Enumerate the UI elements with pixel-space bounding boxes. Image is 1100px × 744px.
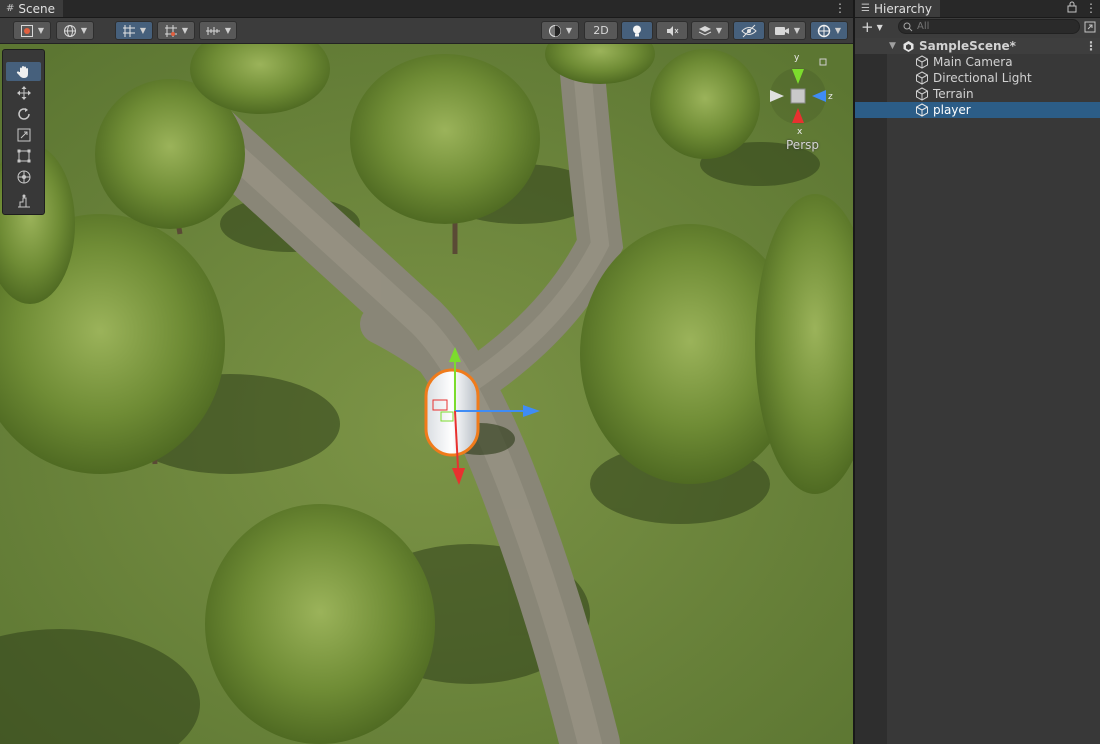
increment-snap-dropdown[interactable]: ▼ bbox=[157, 21, 195, 40]
scale-tool-button[interactable] bbox=[6, 125, 41, 144]
lock-icon[interactable] bbox=[1067, 1, 1077, 15]
gizmo-axis-x: x bbox=[797, 127, 803, 137]
tab-hierarchy[interactable]: ☰ Hierarchy bbox=[855, 0, 940, 17]
hierarchy-item[interactable]: Directional Light bbox=[855, 70, 1100, 86]
toggle-2d-button[interactable]: 2D bbox=[584, 21, 618, 40]
gameobject-cube-icon bbox=[916, 55, 928, 69]
search-icon bbox=[903, 22, 913, 31]
scene-camera-dropdown[interactable]: ▼ bbox=[768, 21, 806, 40]
tab-scene[interactable]: # Scene bbox=[0, 0, 63, 17]
grid-snap-icon bbox=[122, 24, 135, 37]
rect-transform-icon bbox=[17, 149, 30, 162]
scene-viewport[interactable]: y z x Persp bbox=[0, 44, 853, 744]
search-input[interactable] bbox=[917, 21, 1067, 32]
ruler-icon bbox=[205, 26, 220, 35]
audio-toggle[interactable] bbox=[656, 21, 688, 40]
draw-mode-dropdown[interactable]: ▼ bbox=[13, 21, 51, 40]
rect-tool-button[interactable] bbox=[6, 146, 41, 165]
scene-visibility-toggle[interactable] bbox=[733, 21, 765, 40]
camera-icon bbox=[774, 26, 789, 35]
transform-tool-button[interactable] bbox=[6, 167, 41, 186]
expand-arrow-icon[interactable]: ▼ bbox=[889, 41, 896, 51]
scene-menu-icon[interactable]: ⋮ bbox=[1085, 39, 1097, 53]
scene-row[interactable]: ▼ SampleScene* ⋮ bbox=[855, 38, 1100, 54]
scene-panel: # Scene ⋮ ▼ ▼ ▼ ▼ ▼ ▼ 2D ▼ ▼ ▼ y z x Per… bbox=[0, 0, 853, 744]
create-dropdown[interactable]: + ▼ bbox=[861, 19, 889, 35]
hierarchy-tab-bar: ☰ Hierarchy ⋮ bbox=[855, 0, 1100, 18]
ruler-snap-dropdown[interactable]: ▼ bbox=[199, 21, 237, 40]
hierarchy-panel: ☰ Hierarchy ⋮ + ▼ ▼ SampleScene* ⋮ Main … bbox=[855, 0, 1100, 744]
draw-mode-icon bbox=[20, 24, 33, 37]
increment-snap-icon bbox=[164, 24, 177, 37]
projection-label[interactable]: Persp bbox=[786, 138, 819, 152]
hierarchy-item[interactable]: Terrain bbox=[855, 86, 1100, 102]
effects-dropdown[interactable]: ▼ bbox=[691, 21, 729, 40]
plus-icon: + bbox=[861, 18, 874, 36]
terrain-render: y z x bbox=[0, 44, 853, 744]
hierarchy-item-label: Main Camera bbox=[933, 55, 1013, 69]
hand-icon bbox=[16, 65, 28, 78]
hierarchy-toolbar: + ▼ bbox=[855, 18, 1100, 39]
speaker-muted-icon bbox=[667, 25, 679, 36]
lighting-toggle[interactable] bbox=[621, 21, 653, 40]
gizmo-globe-icon bbox=[817, 24, 831, 37]
rotate-tool-button[interactable] bbox=[6, 104, 41, 123]
lightbulb-icon bbox=[633, 25, 641, 36]
scene-kebab-menu-icon[interactable]: ⋮ bbox=[834, 1, 846, 15]
scene-name: SampleScene* bbox=[919, 39, 1016, 53]
open-in-scene-icon[interactable] bbox=[1084, 21, 1096, 33]
globe-icon bbox=[63, 24, 76, 37]
transform-icon bbox=[17, 170, 30, 183]
hierarchy-gutter bbox=[855, 39, 887, 744]
hidden-eye-icon bbox=[741, 24, 757, 37]
gizmos-dropdown[interactable]: ▼ bbox=[810, 21, 848, 40]
scene-toolbar: ▼ ▼ ▼ ▼ ▼ ▼ 2D ▼ ▼ ▼ bbox=[0, 18, 853, 44]
hierarchy-tab-label: Hierarchy bbox=[873, 1, 932, 16]
view-tool-button[interactable] bbox=[6, 62, 41, 81]
hierarchy-search[interactable] bbox=[898, 19, 1080, 34]
grid-icon: # bbox=[6, 3, 15, 14]
scene-tab-label: Scene bbox=[18, 1, 55, 16]
hierarchy-item-selected[interactable]: player bbox=[855, 102, 1100, 118]
move-tool-button[interactable] bbox=[6, 83, 41, 102]
shading-sphere-icon bbox=[548, 24, 561, 37]
custom-editor-tool-button[interactable] bbox=[6, 191, 41, 210]
shading-mode-dropdown[interactable]: ▼ bbox=[541, 21, 579, 40]
hierarchy-item-label: Terrain bbox=[933, 87, 974, 101]
scene-tab-bar: # Scene ⋮ bbox=[0, 0, 853, 18]
grid-snapping-toggle[interactable]: ▼ bbox=[115, 21, 153, 40]
effects-layers-icon bbox=[698, 25, 712, 36]
gameobject-cube-icon bbox=[916, 103, 928, 117]
scale-icon bbox=[17, 128, 30, 141]
gameobject-cube-icon bbox=[916, 71, 928, 85]
hierarchy-item[interactable]: Main Camera bbox=[855, 54, 1100, 70]
chevron-down-icon: ▼ bbox=[876, 22, 883, 32]
rotate-icon bbox=[17, 107, 30, 120]
gameobject-cube-icon bbox=[916, 87, 928, 101]
global-local-dropdown[interactable]: ▼ bbox=[56, 21, 94, 40]
toggle-2d-label: 2D bbox=[593, 24, 609, 37]
custom-tool-icon bbox=[17, 194, 30, 207]
hierarchy-item-label: player bbox=[933, 103, 971, 117]
gizmo-axis-y: y bbox=[794, 53, 800, 63]
hierarchy-item-label: Directional Light bbox=[933, 71, 1032, 85]
tool-palette bbox=[2, 49, 45, 215]
hierarchy-kebab-menu-icon[interactable]: ⋮ bbox=[1085, 1, 1097, 15]
gizmo-axis-z: z bbox=[828, 92, 833, 102]
list-icon: ☰ bbox=[861, 3, 870, 14]
unity-scene-icon bbox=[903, 40, 914, 52]
move-arrows-icon bbox=[16, 85, 31, 100]
